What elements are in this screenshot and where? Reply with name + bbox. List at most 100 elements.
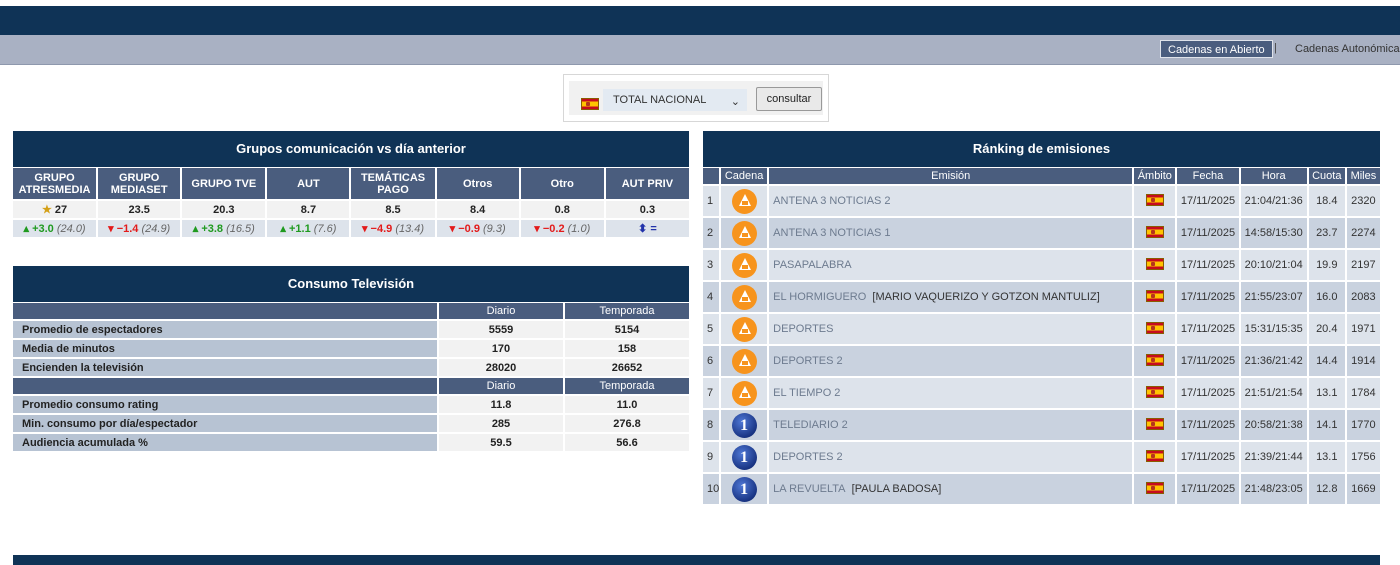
rank-channel [721, 346, 768, 376]
grupo-change: ▴ +3.8 (16.5) [182, 220, 266, 237]
rank-header-cadena: Cadena [721, 168, 768, 184]
ranking-title: Ránking de emisiones [703, 131, 1380, 167]
grupo-value: 8.4 [436, 201, 519, 218]
rank-ambito [1134, 346, 1176, 376]
star-icon: ★ [41, 204, 55, 216]
arrow-down-icon: ▾ [108, 223, 117, 235]
region-selector-inner: TOTAL NACIONAL ⌄ consultar [569, 81, 823, 115]
emision-title: EL TIEMPO 2 [773, 387, 841, 399]
equal-arrows-icon: ⬍ [638, 223, 651, 235]
rank-number: 2 [703, 218, 720, 248]
consumo-header-temporada: Temporada [565, 378, 689, 394]
rank-ambito [1134, 186, 1176, 216]
grupo-value-text: 23.5 [128, 203, 150, 216]
spain-flag-icon [1145, 321, 1164, 334]
rank-emision: DEPORTES 2 [769, 442, 1133, 472]
grupos-panel: Grupos comunicación vs día anterior GRUP… [13, 131, 689, 237]
consumo-row: Encienden la televisión 28020 26652 [13, 359, 689, 376]
grupo-header: AUT [267, 168, 350, 199]
change-value: −0.9 [458, 223, 480, 235]
rank-channel: 1 [721, 474, 768, 504]
grupo-value-text: 0.8 [554, 203, 570, 216]
rank-header-num [703, 168, 720, 184]
rank-number: 8 [703, 410, 720, 440]
rank-hora: 20:58/21:38 [1240, 410, 1307, 440]
chevron-down-icon: ⌄ [730, 96, 740, 108]
change-value: +1.1 [289, 223, 311, 235]
tve1-logo-icon: 1 [731, 444, 757, 470]
grupo-value: ★ 27 [13, 201, 97, 218]
region-select[interactable]: TOTAL NACIONAL ⌄ [603, 89, 747, 111]
ranking-row[interactable]: 2 ANTENA 3 NOTICIAS 1 17/11/2025 14:58/15:3… [703, 218, 1380, 248]
emision-title: ANTENA 3 NOTICIAS 1 [773, 227, 891, 239]
grupo-change: ▾ −0.2 (1.0) [520, 220, 604, 237]
spain-flag-icon [1145, 449, 1164, 462]
rank-number: 6 [703, 346, 720, 376]
rank-miles: 1669 [1346, 474, 1380, 504]
rank-number: 1 [703, 186, 720, 216]
rank-number: 9 [703, 442, 720, 472]
antena3-logo-icon [731, 348, 757, 374]
rank-miles: 2083 [1346, 282, 1380, 312]
change-value: −4.9 [370, 223, 393, 235]
rank-miles: 1914 [1346, 346, 1380, 376]
grupo-value: 0.8 [520, 201, 604, 218]
ranking-row[interactable]: 10 1 LA REVUELTA [PAULA BADOSA] 17/11/2025 2… [703, 474, 1380, 504]
grupo-value: 8.5 [351, 201, 435, 218]
spain-flag-icon [1145, 257, 1164, 270]
consumo-diario: 28020 [439, 359, 563, 376]
rank-header-hora: Hora [1240, 168, 1307, 184]
rank-ambito [1134, 314, 1176, 344]
ranking-row[interactable]: 7 EL TIEMPO 2 17/11/2025 21:51/21:54 13.1 178… [703, 378, 1380, 408]
grupo-change: ⬍ = [605, 220, 689, 237]
grupo-value-text: 8.4 [470, 203, 486, 216]
rank-header-miles: Miles [1346, 168, 1380, 184]
consumo-header-temporada: Temporada [565, 303, 689, 319]
rank-emision: ANTENA 3 NOTICIAS 1 [769, 218, 1133, 248]
ranking-row[interactable]: 6 DEPORTES 2 17/11/2025 21:36/21:42 14.4 1914 [703, 346, 1380, 376]
ranking-row[interactable]: 4 EL HORMIGUERO [MARIO VAQUERIZO Y GOTZON… [703, 282, 1380, 312]
consumo-header-diario: Diario [439, 378, 563, 394]
spain-flag-icon [1145, 225, 1164, 238]
consumo-temporada: 5154 [565, 321, 689, 338]
ranking-row[interactable]: 1 ANTENA 3 NOTICIAS 2 17/11/2025 21:04/21:3… [703, 186, 1380, 216]
rank-emision: DEPORTES 2 [769, 346, 1133, 376]
antena3-logo-icon [731, 252, 757, 278]
rank-cuota: 18.4 [1308, 186, 1345, 216]
rank-number: 5 [703, 314, 720, 344]
emision-guest: [MARIO VAQUERIZO Y GOTZON MANTULIZ] [872, 291, 1100, 303]
rank-header-cuota: Cuota [1308, 168, 1345, 184]
consumo-header-diario: Diario [439, 303, 563, 319]
grupo-header: GRUPO ATRESMEDIA [13, 168, 97, 199]
rank-cuota: 16.0 [1308, 282, 1345, 312]
consultar-button[interactable]: consultar [756, 87, 822, 111]
ranking-row[interactable]: 3 PASAPALABRA 17/11/2025 20:10/21:04 19.9 219… [703, 250, 1380, 280]
rank-hora: 21:51/21:54 [1240, 378, 1307, 408]
consumo-header-blank [13, 378, 437, 394]
antena3-logo-icon [731, 284, 757, 310]
consumo-label: Media de minutos [13, 340, 437, 357]
spain-flag-icon [1145, 481, 1164, 494]
consumo-label: Audiencia acumulada % [13, 434, 437, 451]
rank-channel [721, 282, 768, 312]
consumo-title: Consumo Televisión [13, 266, 689, 302]
ranking-row[interactable]: 5 DEPORTES 17/11/2025 15:31/15:35 20.4 1971 [703, 314, 1380, 344]
ranking-row[interactable]: 9 1 DEPORTES 2 17/11/2025 21:39/21:44 13.1 175… [703, 442, 1380, 472]
rank-miles: 1971 [1346, 314, 1380, 344]
rank-cuota: 14.1 [1308, 410, 1345, 440]
rank-channel [721, 314, 768, 344]
rank-channel: 1 [721, 410, 768, 440]
tab-cadenas-en-abierto[interactable]: Cadenas en Abierto [1160, 40, 1273, 58]
antena3-logo-icon [731, 188, 757, 214]
rank-ambito [1134, 442, 1176, 472]
consumo-label: Min. consumo por día/espectador [13, 415, 437, 432]
previous-value: (24.0) [56, 223, 86, 235]
change-value: = [650, 223, 657, 235]
previous-value: (13.4) [395, 223, 425, 235]
emision-title: ANTENA 3 NOTICIAS 2 [773, 195, 891, 207]
ranking-row[interactable]: 8 1 TELEDIARIO 2 17/11/2025 20:58/21:38 14.1 1… [703, 410, 1380, 440]
tve1-logo-icon: 1 [731, 476, 757, 502]
tab-cadenas-autonomicas[interactable]: Cadenas Autonómicas [1295, 43, 1400, 55]
consumo-header-blank [13, 303, 437, 319]
rank-channel [721, 250, 768, 280]
